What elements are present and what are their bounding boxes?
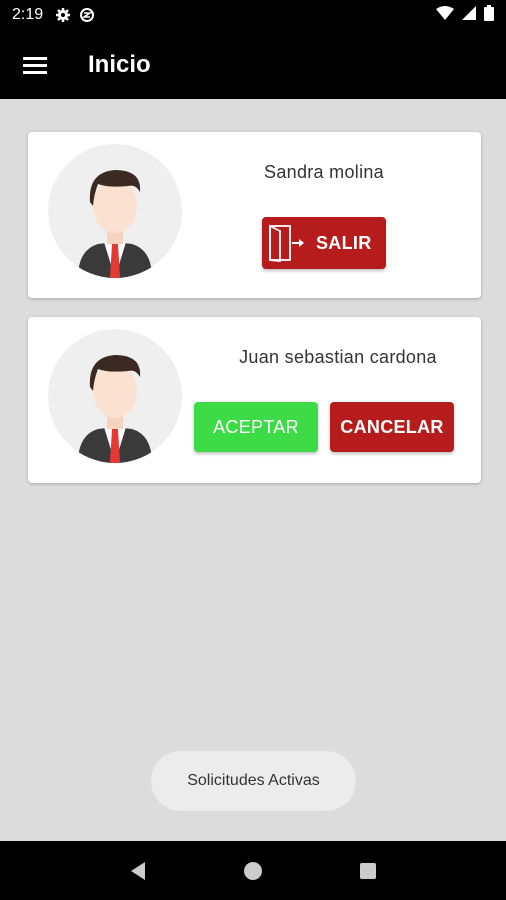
accept-button[interactable]: ACEPTAR [194,402,318,452]
wifi-icon [436,5,454,25]
data-saver-icon [79,7,95,23]
home-icon[interactable] [233,851,273,891]
settings-gear-icon [55,7,71,23]
status-time: 2:19 [12,6,44,23]
navigation-bar [0,841,506,900]
request-card: Sandra molina SALIR [28,132,481,298]
back-icon[interactable] [118,851,158,891]
battery-icon [484,4,494,26]
recents-icon[interactable] [348,851,388,891]
cancel-button[interactable]: CANCELAR [330,402,454,452]
avatar [48,329,182,463]
main-content: Sandra molina SALIR Juan sebastian cardo… [0,99,506,841]
page-title: Inicio [88,50,151,78]
exit-button-label: SALIR [316,232,372,253]
signal-icon [462,5,476,25]
status-bar: 2:19 [0,0,506,30]
avatar [48,144,182,278]
request-card: Juan sebastian cardona ACEPTAR CANCELAR [28,317,481,483]
requester-name: Juan sebastian cardona [239,347,437,367]
exit-button[interactable]: SALIR [262,217,386,269]
hamburger-menu-icon[interactable] [0,30,70,99]
requester-name: Sandra molina [264,162,384,182]
door-exit-icon [268,223,306,263]
app-bar: Inicio [0,30,506,99]
active-requests-button[interactable]: Solicitudes Activas [151,751,356,811]
